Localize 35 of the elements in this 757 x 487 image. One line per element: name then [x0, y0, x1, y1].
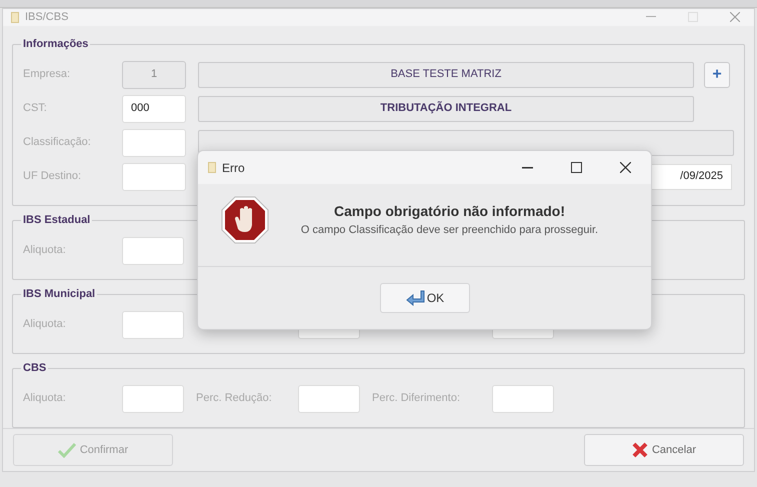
x-mark-icon [632, 442, 648, 458]
field-label: Aliquota: [23, 317, 67, 332]
input-field[interactable] [298, 384, 360, 412]
dialog-title: Erro [222, 160, 245, 176]
field-label: UF Destino: [23, 169, 82, 184]
maximize-icon[interactable] [571, 162, 582, 173]
field-label: Empresa: [23, 67, 72, 82]
stop-hand-icon [220, 195, 270, 245]
ok-button[interactable]: OK [380, 283, 470, 313]
checkmark-icon [58, 442, 76, 458]
dialog-message: O campo Classificação deve ser preenchido para prosseguir. [300, 223, 598, 238]
cancel-button[interactable]: Cancelar [584, 434, 744, 466]
field-label: Perc. Redução: [196, 391, 273, 406]
field-label: Classificação: [23, 135, 92, 150]
return-arrow-icon [404, 290, 425, 306]
field-label: CST: [23, 101, 48, 116]
input-field[interactable] [122, 310, 184, 338]
field-label: Aliquota: [23, 243, 67, 258]
input-field[interactable] [122, 384, 184, 412]
description-field: BASE TESTE MATRIZ [198, 62, 694, 88]
input-field[interactable] [122, 162, 186, 190]
field-label: Aliquota: [23, 391, 67, 406]
input-field[interactable] [122, 236, 184, 264]
add-button[interactable]: + [704, 62, 730, 88]
input-field[interactable] [492, 384, 554, 412]
field-label: Perc. Diferimento: [372, 391, 462, 406]
dialog-heading: Campo obrigatório não informado! [334, 202, 565, 222]
document-icon [208, 162, 216, 173]
description-field: TRIBUTAÇÃO INTEGRAL [198, 96, 694, 122]
document-icon [11, 12, 19, 23]
minimize-icon[interactable] [522, 166, 533, 168]
window-title: IBS/CBS [25, 10, 68, 25]
input-field[interactable] [122, 128, 186, 156]
close-icon[interactable] [620, 162, 631, 173]
input-field[interactable]: 000 [122, 94, 186, 122]
